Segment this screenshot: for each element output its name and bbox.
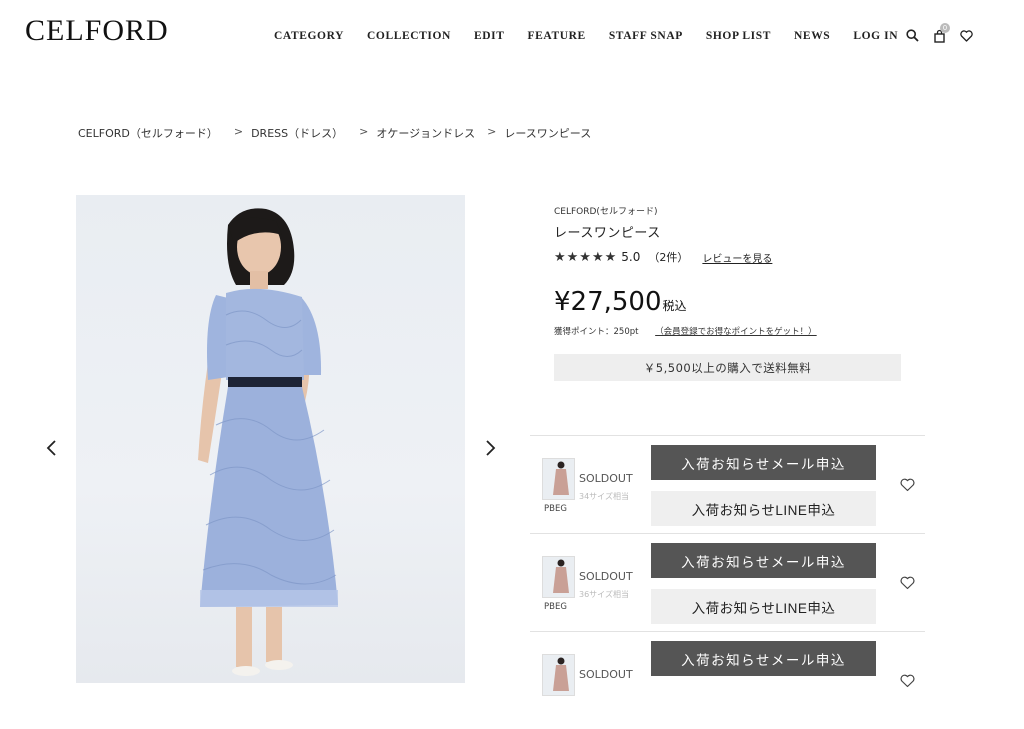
- nav-collection[interactable]: COLLECTION: [367, 30, 451, 42]
- product-price: ¥27,500税込: [554, 287, 687, 317]
- sku-row: PBEG SOLDOUT 36サイズ相当 入荷お知らせメール申込 入荷お知らせL…: [530, 533, 925, 631]
- heart-icon: [900, 478, 915, 492]
- breadcrumb: CELFORD（セルフォード） > DRESS（ドレス） > オケージョンドレス…: [78, 125, 591, 141]
- search-icon[interactable]: [905, 28, 920, 43]
- review-count: （2件）: [648, 251, 689, 264]
- member-signup-link[interactable]: （会員登録でお得なポイントをゲット！）: [655, 327, 817, 337]
- free-shipping-banner: ￥5,500以上の購入で送料無料: [554, 354, 901, 381]
- header-icons: 0: [905, 23, 974, 43]
- nav-category[interactable]: CATEGORY: [274, 30, 344, 42]
- view-reviews-link[interactable]: レビューを見る: [702, 250, 772, 265]
- cart-count-badge: 0: [940, 23, 950, 33]
- sku-color-code: PBEG: [544, 602, 567, 612]
- main-nav: CATEGORY COLLECTION EDIT FEATURE STAFF S…: [274, 30, 921, 42]
- rating-stars: ★★★★★: [554, 249, 618, 265]
- sku-status: SOLDOUT: [579, 668, 633, 681]
- rating-value: 5.0: [621, 250, 641, 264]
- favorite-button[interactable]: [900, 477, 915, 492]
- chevron-right-icon: [486, 440, 496, 456]
- restock-email-button[interactable]: 入荷お知らせメール申込: [651, 445, 876, 480]
- points-earned: 獲得ポイント：250pt: [554, 327, 639, 337]
- product-rating: ★★★★★ 5.0 （2件） レビューを見る: [554, 249, 772, 265]
- breadcrumb-dress[interactable]: DRESS（ドレス）: [251, 125, 343, 141]
- sku-list: PBEG SOLDOUT 34サイズ相当 入荷お知らせメール申込 入荷お知らせL…: [530, 435, 925, 729]
- nav-feature[interactable]: FEATURE: [528, 30, 586, 42]
- nav-log-in[interactable]: LOG IN: [853, 30, 898, 42]
- sku-status: SOLDOUT: [579, 472, 633, 485]
- prev-image-arrow[interactable]: [44, 438, 60, 458]
- restock-email-button[interactable]: 入荷お知らせメール申込: [651, 543, 876, 578]
- restock-email-button[interactable]: 入荷お知らせメール申込: [651, 641, 876, 676]
- restock-line-button[interactable]: 入荷お知らせLINE申込: [651, 589, 876, 624]
- heart-icon: [900, 674, 915, 688]
- sku-color-code: PBEG: [544, 504, 567, 514]
- sku-size: 34サイズ相当: [579, 492, 629, 501]
- favorite-button[interactable]: [900, 673, 915, 688]
- sku-row: SOLDOUT 入荷お知らせメール申込: [530, 631, 925, 729]
- sku-thumbnail[interactable]: [542, 654, 575, 696]
- nav-news[interactable]: NEWS: [794, 30, 830, 42]
- sku-thumbnail[interactable]: [542, 556, 575, 598]
- model-illustration: [198, 208, 338, 676]
- price-value: ¥27,500: [554, 287, 662, 317]
- chevron-left-icon: [46, 440, 56, 456]
- nav-edit[interactable]: EDIT: [474, 30, 505, 42]
- breadcrumb-separator: >: [233, 125, 244, 138]
- tax-label: 税込: [662, 299, 687, 313]
- product-title: レースワンピース: [554, 226, 661, 241]
- breadcrumb-separator: >: [359, 125, 369, 138]
- sku-status: SOLDOUT: [579, 570, 633, 583]
- sku-row: PBEG SOLDOUT 34サイズ相当 入荷お知らせメール申込 入荷お知らせL…: [530, 435, 925, 533]
- breadcrumb-current: レースワンピース: [504, 127, 592, 140]
- favorite-button[interactable]: [900, 575, 915, 590]
- sku-size: 36サイズ相当: [579, 590, 629, 599]
- heart-icon[interactable]: [959, 28, 974, 43]
- heart-icon: [900, 576, 915, 590]
- sku-thumbnail[interactable]: [542, 458, 575, 500]
- cart-icon[interactable]: 0: [932, 23, 950, 43]
- breadcrumb-occasion[interactable]: オケージョンドレス: [376, 125, 475, 141]
- breadcrumb-separator: >: [487, 125, 497, 138]
- nav-shop-list[interactable]: SHOP LIST: [706, 30, 771, 42]
- brand-logo[interactable]: CELFORD: [25, 14, 169, 48]
- restock-line-button[interactable]: 入荷お知らせLINE申込: [651, 491, 876, 526]
- product-brand[interactable]: CELFORD(セルフォード): [554, 204, 657, 217]
- product-image[interactable]: [76, 195, 465, 683]
- breadcrumb-brand[interactable]: CELFORD（セルフォード）: [78, 125, 218, 141]
- nav-staff-snap[interactable]: STAFF SNAP: [609, 30, 683, 42]
- points-info: 獲得ポイント：250pt （会員登録でお得なポイントをゲット！）: [554, 325, 817, 337]
- next-image-arrow[interactable]: [482, 438, 498, 458]
